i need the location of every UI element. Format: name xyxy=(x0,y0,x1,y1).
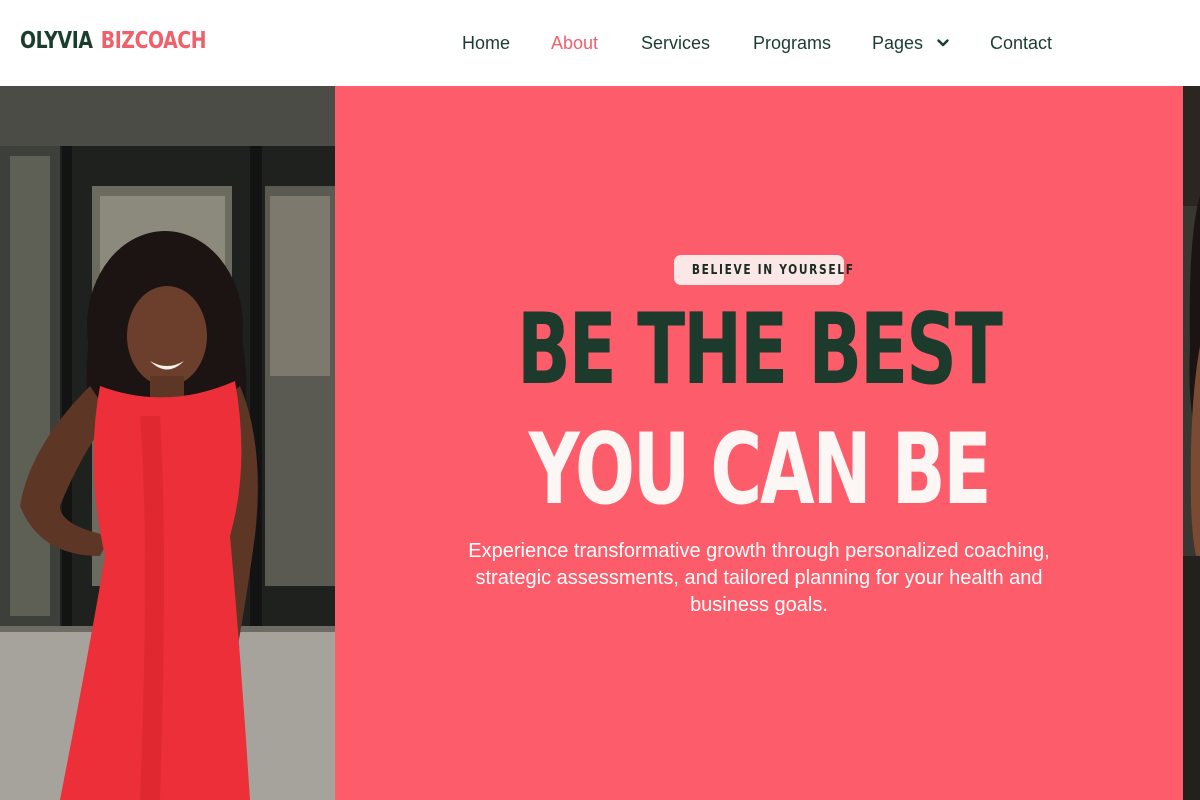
secondary-photo xyxy=(1183,86,1200,800)
nav-item-services[interactable]: Services xyxy=(641,32,710,54)
coach-photo-illustration xyxy=(0,86,335,800)
hero-badge: BELIEVE IN YOURSELF xyxy=(674,255,853,285)
nav-item-about[interactable]: About xyxy=(551,32,598,54)
coach-photo xyxy=(0,86,335,800)
hero-headline-line1: BE THE BEST xyxy=(517,293,1003,407)
hero-description: Experience transformative growth through… xyxy=(468,540,1050,616)
nav-item-pages[interactable]: Pages xyxy=(872,32,923,54)
main-nav: Home About Services Programs Pages Conta… xyxy=(0,32,1200,56)
site-header: OLYVIA BIZCOACH Home About Services Progr… xyxy=(0,0,1200,86)
nav-item-home[interactable]: Home xyxy=(462,32,510,54)
nav-item-contact[interactable]: Contact xyxy=(990,32,1052,54)
nav-item-programs[interactable]: Programs xyxy=(753,32,831,54)
chevron-down-icon[interactable] xyxy=(936,36,950,50)
secondary-photo-illustration xyxy=(1183,86,1200,800)
hero-headline-line2: YOU CAN BE xyxy=(528,413,992,527)
hero-badge-text: BELIEVE IN YOURSELF xyxy=(691,263,855,278)
hero-section: BELIEVE IN YOURSELF BE THE BEST YOU CAN … xyxy=(335,86,1183,800)
